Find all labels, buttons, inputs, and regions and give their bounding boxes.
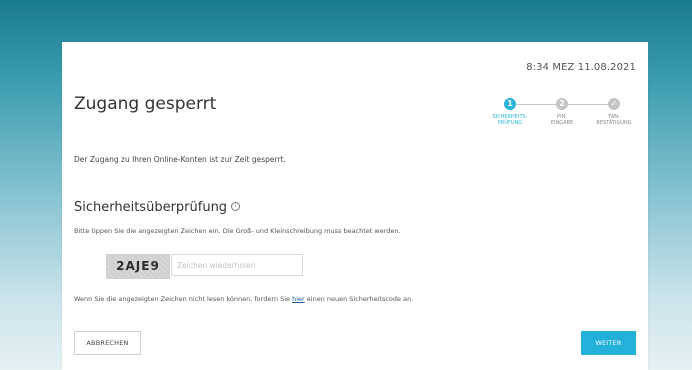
step-connector <box>568 104 609 105</box>
progress-stepper: 1 2 ✓ SICHERHEITS- PRÜFUNG PIN- EINGABE … <box>493 96 649 136</box>
info-icon[interactable]: i <box>231 202 241 211</box>
next-button[interactable]: WEITER <box>581 331 636 355</box>
page-title: Zugang gesperrt <box>74 94 217 114</box>
step-2-label: PIN- EINGABE <box>538 114 586 126</box>
new-code-text: Wenn Sie die angezeigten Zeichen nicht l… <box>74 295 413 303</box>
section-title: Sicherheitsüberprüfung i <box>74 200 241 215</box>
new-code-suffix: einen neuen Sicherheitscode an. <box>304 295 414 303</box>
captcha-instruction: Bitte tippen Sie die angezeigten Zeichen… <box>74 227 401 235</box>
cancel-button[interactable]: ABBRECHEN <box>74 331 141 355</box>
step-1-label: SICHERHEITS- PRÜFUNG <box>486 114 534 126</box>
section-title-text: Sicherheitsüberprüfung <box>74 200 228 215</box>
intro-text: Der Zugang zu Ihren Online-Konten ist zu… <box>74 155 286 164</box>
step-3-label: TAN- BESTÄTIGUNG <box>590 114 638 126</box>
step-2-label-line2: EINGABE <box>550 120 574 126</box>
login-card: 8:34 MEZ 11.08.2021 Zugang gesperrt 1 2 … <box>62 42 648 370</box>
timestamp: 8:34 MEZ 11.08.2021 <box>526 62 636 73</box>
new-code-link[interactable]: hier <box>292 295 305 303</box>
step-2-circle: 2 <box>556 98 568 110</box>
captcha-input[interactable] <box>171 254 303 276</box>
step-3-label-line2: BESTÄTIGUNG <box>596 120 632 126</box>
step-1-label-line2: PRÜFUNG <box>497 120 523 126</box>
step-3-check-icon: ✓ <box>608 98 620 110</box>
step-connector <box>516 104 557 105</box>
step-1-circle: 1 <box>504 98 516 110</box>
new-code-prefix: Wenn Sie die angezeigten Zeichen nicht l… <box>74 295 293 303</box>
captcha-image: 2AJE9 <box>106 254 170 279</box>
